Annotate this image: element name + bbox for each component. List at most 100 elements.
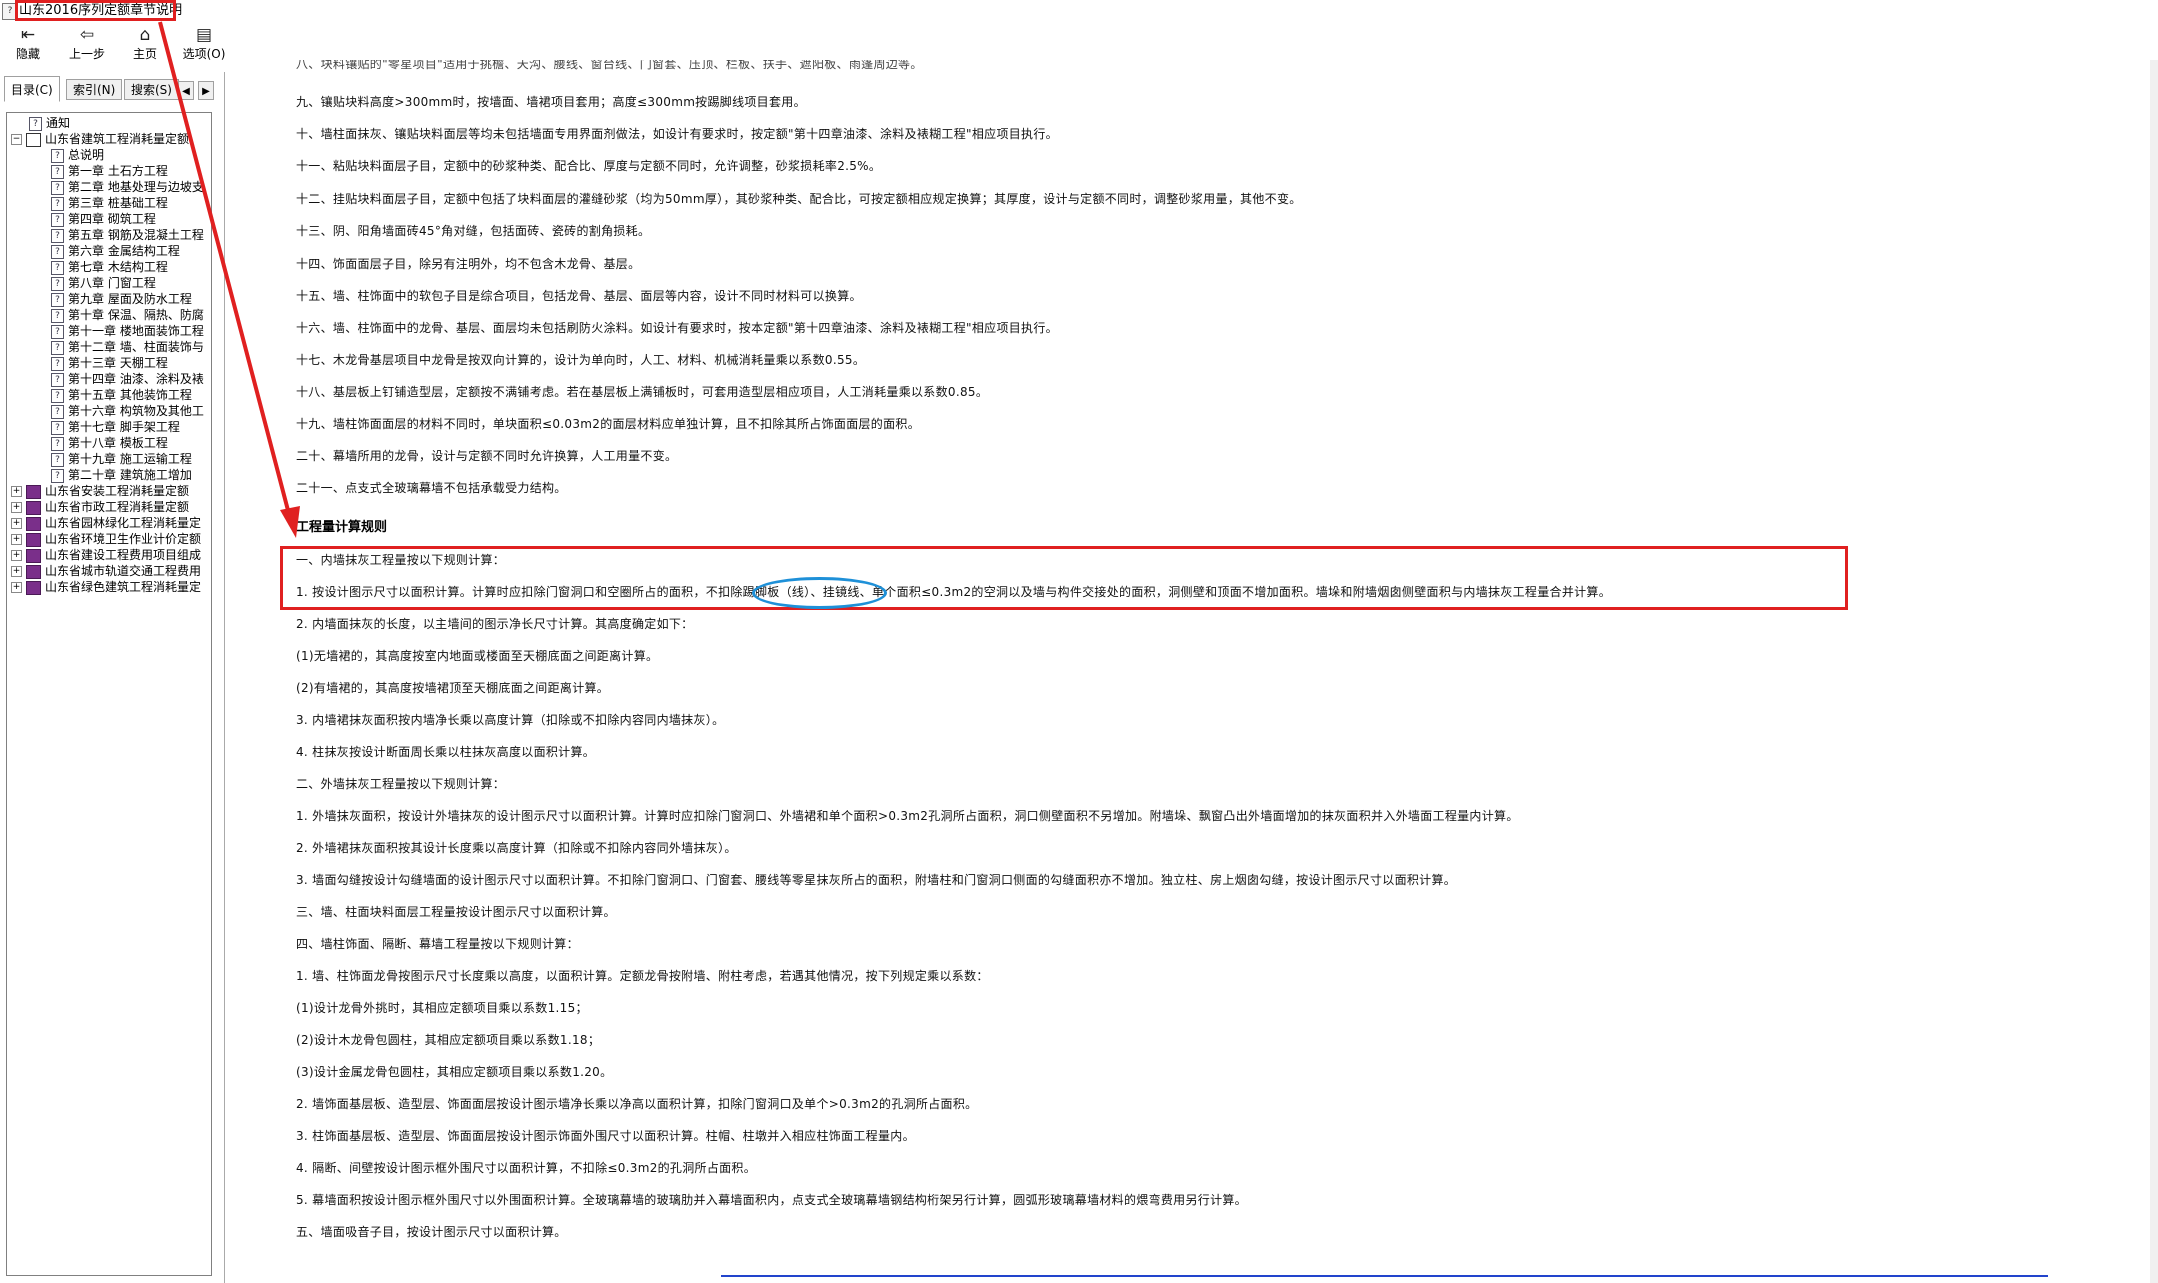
tree-item-sanitation[interactable]: + 山东省环境卫生作业计价定额	[11, 531, 201, 547]
tree-label: 第八章 门窗工程	[68, 276, 156, 290]
tree-item-ch13[interactable]: ? 第十三章 天棚工程	[51, 355, 168, 371]
tree-item-ch05[interactable]: ? 第五章 钢筋及混凝土工程	[51, 227, 204, 243]
paragraph: 3. 柱饰面基层板、造型层、饰面面层按设计图示饰面外围尺寸以面积计算。柱帽、柱墩…	[296, 1129, 915, 1143]
tree-item-ch08[interactable]: ? 第八章 门窗工程	[51, 275, 156, 291]
tree-item-ch18[interactable]: ? 第十八章 模板工程	[51, 435, 168, 451]
tree-label: 山东省建设工程费用项目组成	[45, 548, 202, 562]
expand-icon[interactable]: +	[11, 502, 22, 513]
tree-item-ch02[interactable]: ? 第二章 地基处理与边坡支	[51, 179, 204, 195]
tree-item-ch09[interactable]: ? 第九章 屋面及防水工程	[51, 291, 192, 307]
tab-search[interactable]: 搜索(S)	[124, 79, 179, 100]
help-page-icon: ?	[51, 276, 64, 291]
home-button[interactable]: ⌂ 主页	[117, 24, 173, 66]
tab-contents[interactable]: 目录(C)	[4, 76, 60, 102]
navigation-pane: 目录(C) 索引(N) 搜索(S) ◀ ▶ ? 通知 − 山东省建筑工程消耗量定额 …	[0, 72, 225, 1283]
tree-label: 山东省建筑工程消耗量定额	[45, 132, 190, 146]
tree-label: 第二十章 建筑施工增加	[68, 468, 192, 482]
tree-label: 山东省绿色建筑工程消耗量定	[45, 580, 202, 594]
options-button[interactable]: ▤ 选项(O)	[176, 24, 232, 66]
tree-item-ch17[interactable]: ? 第十七章 脚手架工程	[51, 419, 180, 435]
tree-item-ch14[interactable]: ? 第十四章 油漆、涂料及裱	[51, 371, 204, 387]
expand-icon[interactable]: +	[11, 534, 22, 545]
book-icon	[26, 516, 41, 531]
tree-item-ch15[interactable]: ? 第十五章 其他装饰工程	[51, 387, 192, 403]
tree-item-building[interactable]: − 山东省建筑工程消耗量定额	[11, 131, 189, 147]
paragraph: 十五、墙、柱饰面中的软包子目是综合项目，包括龙骨、基层、面层等内容，设计不同时材…	[296, 289, 862, 303]
tree-item-green[interactable]: + 山东省绿色建筑工程消耗量定	[11, 579, 201, 595]
help-page-icon: ?	[51, 324, 64, 339]
paragraph: 4. 柱抹灰按设计断面周长乘以柱抹灰高度以面积计算。	[296, 745, 596, 759]
expand-icon[interactable]: +	[11, 582, 22, 593]
collapse-icon[interactable]: −	[11, 134, 22, 145]
back-label: 上一步	[68, 47, 105, 61]
tree-item-install[interactable]: + 山东省安装工程消耗量定额	[11, 483, 189, 499]
paragraph: 二十、幕墙所用的龙骨，设计与定额不同时允许换算，人工用量不变。	[296, 449, 678, 463]
expand-icon[interactable]: +	[11, 518, 22, 529]
tree-item-ch11[interactable]: ? 第十一章 楼地面装饰工程	[51, 323, 204, 339]
paragraph: (1)无墙裙的，其高度按室内地面或楼面至天棚底面之间距离计算。	[296, 649, 659, 663]
tree-item-ch19[interactable]: ? 第十九章 施工运输工程	[51, 451, 192, 467]
help-page-icon: ?	[51, 260, 64, 275]
paragraph: 十九、墙柱饰面面层的材料不同时，单块面积≤0.03m2的面层材料应单独计算，且不…	[296, 417, 921, 431]
paragraph: 二十一、点支式全玻璃幕墙不包括承载受力结构。	[296, 481, 567, 495]
help-page-icon: ?	[51, 148, 64, 163]
tree-label: 第十五章 其他装饰工程	[68, 388, 192, 402]
hide-button[interactable]: ⇤ 隐藏	[0, 24, 56, 66]
contents-tree: ? 通知 − 山东省建筑工程消耗量定额 ? 总说明 ? 第一章 土石方工程 ? 第二章 地…	[6, 112, 212, 1276]
tree-item-ch04[interactable]: ? 第四章 砌筑工程	[51, 211, 156, 227]
tree-item-ch10[interactable]: ? 第十章 保温、隔热、防腐	[51, 307, 204, 323]
tab-index[interactable]: 索引(N)	[66, 79, 123, 100]
tree-item-garden[interactable]: + 山东省园林绿化工程消耗量定	[11, 515, 201, 531]
tree-item-rail[interactable]: + 山东省城市轨道交通工程费用	[11, 563, 201, 579]
paragraph: (1)设计龙骨外挑时，其相应定额项目乘以系数1.15；	[296, 1001, 588, 1015]
tree-item-general[interactable]: ? 总说明	[51, 147, 104, 163]
tree-label: 第十六章 构筑物及其他工	[68, 404, 204, 418]
title-bar: ? 山东2016序列定额章节说明	[0, 0, 2158, 22]
paragraph: 四、墙柱饰面、隔断、幕墙工程量按以下规则计算：	[296, 937, 579, 951]
paragraph: 十六、墙、柱饰面中的龙骨、基层、面层均未包括刷防火涂料。如设计有要求时，按本定额…	[296, 321, 1058, 335]
home-label: 主页	[132, 47, 157, 61]
tree-label: 第五章 钢筋及混凝土工程	[68, 228, 204, 242]
paragraph: 5. 幕墙面积按设计图示框外围尺寸以外围面积计算。全玻璃幕墙的玻璃肋并入幕墙面积…	[296, 1193, 1247, 1207]
tree-item-ch16[interactable]: ? 第十六章 构筑物及其他工	[51, 403, 204, 419]
expand-icon[interactable]: +	[11, 566, 22, 577]
help-page-icon: ?	[51, 196, 64, 211]
expand-icon[interactable]: +	[11, 550, 22, 561]
paragraph: 十一、粘贴块料面层子目，定额中的砂浆种类、配合比、厚度与定额不同时，允许调整，砂…	[296, 159, 882, 173]
paragraph: (2)有墙裙的，其高度按墙裙顶至天棚底面之间距离计算。	[296, 681, 610, 695]
tree-label: 山东省安装工程消耗量定额	[45, 484, 190, 498]
paragraph: 1. 外墙抹灰面积，按设计外墙抹灰的设计图示尺寸以面积计算。计算时应扣除门窗洞口…	[296, 809, 1519, 823]
tree-item-cost-items[interactable]: + 山东省建设工程费用项目组成	[11, 547, 201, 563]
tree-item-ch01[interactable]: ? 第一章 土石方工程	[51, 163, 168, 179]
tree-label: 第十九章 施工运输工程	[68, 452, 192, 466]
book-icon	[26, 564, 41, 579]
paragraph: 十、墙柱面抹灰、镶贴块料面层等均未包括墙面专用界面剂做法，如设计有要求时，按定额…	[296, 127, 1058, 141]
back-button[interactable]: ⇦ 上一步	[59, 24, 115, 66]
vertical-scrollbar[interactable]	[2150, 60, 2158, 1283]
home-icon: ⌂	[139, 25, 151, 45]
tree-item-ch07[interactable]: ? 第七章 木结构工程	[51, 259, 168, 275]
paragraph: 三、墙、柱面块料面层工程量按设计图示尺寸以面积计算。	[296, 905, 616, 919]
tree-item-ch06[interactable]: ? 第六章 金属结构工程	[51, 243, 180, 259]
help-page-icon: ?	[51, 372, 64, 387]
help-page-icon: ?	[51, 452, 64, 467]
tree-label: 山东省园林绿化工程消耗量定	[45, 516, 202, 530]
tree-label: 第六章 金属结构工程	[68, 244, 180, 258]
book-icon	[26, 500, 41, 515]
expand-icon[interactable]: +	[11, 486, 22, 497]
tab-scroll-right-icon[interactable]: ▶	[198, 81, 214, 100]
tree-item-ch12[interactable]: ? 第十二章 墙、柱面装饰与	[51, 339, 204, 355]
help-page-icon: ?	[51, 468, 64, 483]
tab-scroll-left-icon[interactable]: ◀	[178, 81, 194, 100]
tree-item-notice[interactable]: ? 通知	[29, 115, 70, 131]
tree-label: 第七章 木结构工程	[68, 260, 168, 274]
tree-label: 第十三章 天棚工程	[68, 356, 168, 370]
help-page-icon: ?	[51, 164, 64, 179]
tree-item-municipal[interactable]: + 山东省市政工程消耗量定额	[11, 499, 189, 515]
tree-item-ch20[interactable]: ? 第二十章 建筑施工增加	[51, 467, 192, 483]
hide-icon: ⇤	[20, 25, 36, 45]
nav-tabs: 目录(C) 索引(N) 搜索(S) ◀ ▶	[0, 76, 224, 102]
tree-item-ch03[interactable]: ? 第三章 桩基础工程	[51, 195, 168, 211]
book-icon	[26, 484, 41, 499]
hide-label: 隐藏	[15, 47, 40, 61]
